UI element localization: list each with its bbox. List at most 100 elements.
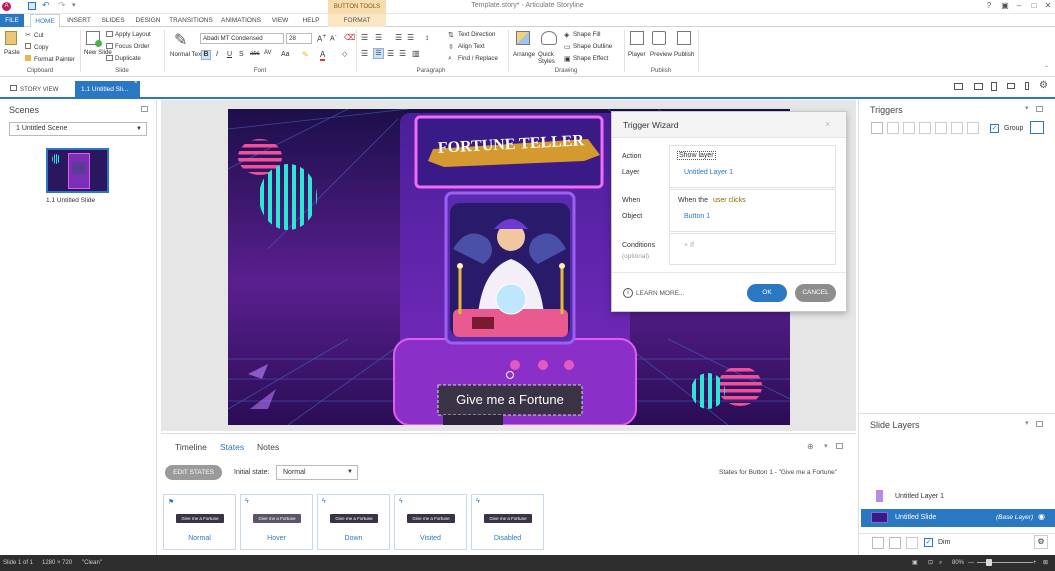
layer-select[interactable]: Untitled Layer 1	[684, 169, 733, 176]
copy-trigger-icon[interactable]	[903, 122, 915, 134]
settings-gear-icon[interactable]: ⚙	[1039, 80, 1048, 91]
cut-icon[interactable]: ✂	[25, 31, 31, 39]
tab-design[interactable]: DESIGN	[132, 14, 164, 27]
ok-button[interactable]: OK	[747, 284, 787, 302]
fit-to-window-icon[interactable]: ⊠	[1043, 555, 1048, 571]
focus-order-icon[interactable]	[106, 43, 113, 49]
tab-slides[interactable]: SLIDES	[98, 14, 128, 27]
arrange-icon[interactable]	[516, 31, 530, 45]
focus-order-button[interactable]: Focus Order	[115, 43, 149, 50]
object-select[interactable]: Button 1	[684, 213, 710, 220]
edit-trigger-icon[interactable]	[887, 122, 899, 134]
layer-row[interactable]: Untitled Layer 1	[859, 487, 1055, 505]
shrink-font-icon[interactable]: A-	[330, 33, 337, 42]
state-normal[interactable]: ⚑ Give me a Fortune Normal	[163, 494, 236, 550]
maximize-icon[interactable]: □	[1027, 1, 1041, 10]
apply-layout-button[interactable]: Apply Layout	[115, 31, 151, 38]
base-layer-row[interactable]: Untitled Slide (Base Layer) ◉	[861, 509, 1055, 527]
strikethrough-icon[interactable]: abc	[250, 51, 260, 57]
state-disabled[interactable]: ϟ Give me a Fortune Disabled	[471, 494, 544, 550]
quick-styles-icon[interactable]	[541, 31, 557, 45]
increase-indent-icon[interactable]: ☰	[407, 33, 414, 42]
panel-menu-icon[interactable]: ▾	[824, 442, 828, 450]
edit-states-button[interactable]: EDIT STATES	[165, 465, 222, 480]
normal-view-icon[interactable]	[954, 83, 963, 90]
align-text-icon[interactable]: ⇳	[448, 43, 454, 51]
normal-text-icon[interactable]: ✎	[174, 30, 187, 50]
cancel-button[interactable]: CANCEL	[795, 284, 836, 302]
triggers-view-icon[interactable]	[1030, 121, 1044, 134]
tab-notes[interactable]: Notes	[257, 442, 279, 452]
char-spacing-icon[interactable]: AV	[264, 50, 272, 56]
help-icon[interactable]: ?	[982, 1, 996, 10]
close-slide-tab-icon[interactable]: ×	[134, 80, 138, 86]
zoom-in-icon[interactable]: +	[1033, 555, 1037, 571]
paste-button[interactable]: Paste	[4, 49, 20, 56]
fit-window-icon[interactable]: ⊡	[928, 555, 933, 571]
zoom-slider-handle[interactable]	[986, 559, 992, 566]
grow-font-icon[interactable]: A+	[317, 33, 326, 44]
new-layer-icon[interactable]	[872, 537, 884, 549]
shape-fill-icon[interactable]: ◈	[564, 31, 569, 39]
bold-icon[interactable]: B	[201, 50, 211, 60]
line-spacing-icon[interactable]: ↕	[425, 33, 429, 42]
delete-trigger-icon[interactable]	[951, 122, 963, 134]
triggers-pin-icon[interactable]	[1036, 106, 1043, 112]
close-icon[interactable]: ✕	[1041, 1, 1055, 10]
tablet-icon[interactable]	[1007, 83, 1015, 89]
player-button[interactable]: Player	[628, 51, 646, 58]
publish-icon[interactable]	[677, 31, 691, 45]
phone-icon[interactable]	[1025, 82, 1029, 90]
tab-home[interactable]: HOME	[30, 14, 60, 27]
initial-state-select[interactable]: Normal ▼	[276, 465, 358, 480]
portrait-icon[interactable]	[991, 82, 997, 91]
normal-text-button[interactable]: Normal Text	[170, 51, 203, 58]
cut-button[interactable]: Cut	[34, 32, 44, 39]
pin-panel-icon[interactable]: ⊕	[807, 442, 814, 451]
fortune-button[interactable]: Give me a Fortune	[438, 386, 582, 414]
zoom-out-icon[interactable]: —	[968, 555, 974, 571]
tab-file[interactable]: FILE	[0, 14, 24, 27]
layers-menu-icon[interactable]: ▾	[1025, 419, 1029, 427]
format-painter-button[interactable]: Format Painter	[34, 56, 75, 63]
move-trigger-icon[interactable]	[967, 122, 979, 134]
publish-button[interactable]: Publish	[674, 51, 694, 58]
bullets-icon[interactable]: ☰	[361, 33, 368, 42]
align-left-icon[interactable]: ☰	[361, 49, 368, 58]
text-effect-icon[interactable]: ◇	[342, 50, 347, 58]
layer-settings-gear-icon[interactable]: ⚙	[1034, 535, 1048, 549]
group-checkbox[interactable]: ✓	[990, 124, 999, 133]
align-center-icon[interactable]: ☰	[373, 48, 384, 59]
copy-button[interactable]: Copy	[34, 44, 48, 51]
find-replace-icon[interactable]: ⌕	[448, 55, 452, 63]
fit-icon[interactable]: ▣	[912, 555, 918, 571]
preview-button[interactable]: Preview	[650, 51, 672, 58]
dim-checkbox[interactable]: ✓	[924, 538, 933, 547]
triggers-menu-icon[interactable]: ▾	[1025, 104, 1029, 112]
apply-layout-icon[interactable]	[106, 31, 113, 37]
panel-dock-icon[interactable]	[836, 443, 843, 449]
shape-outline-button[interactable]: Shape Outline	[573, 43, 612, 50]
quick-styles-button[interactable]: Quick Styles	[538, 51, 562, 65]
collapse-ribbon-icon[interactable]: ⌃	[1044, 65, 1049, 72]
rotate-handle-icon[interactable]	[506, 371, 514, 379]
player-icon[interactable]	[630, 31, 644, 45]
italic-icon[interactable]: I	[216, 51, 218, 58]
clear-format-icon[interactable]: ⌫	[344, 33, 355, 42]
delete-layer-icon[interactable]	[906, 537, 918, 549]
align-right-icon[interactable]: ☰	[387, 49, 394, 58]
shape-fill-button[interactable]: Shape Fill	[573, 31, 601, 38]
wizard-close-icon[interactable]: ×	[825, 119, 830, 129]
copy-icon[interactable]	[25, 43, 31, 49]
highlight-icon[interactable]: ✎	[302, 50, 309, 59]
decrease-indent-icon[interactable]: ☰	[395, 33, 402, 42]
duplicate-button[interactable]: Duplicate	[115, 55, 141, 62]
tab-view[interactable]: VIEW	[268, 14, 292, 27]
zoom-icon[interactable]: ⌕	[939, 555, 942, 571]
minimize-icon[interactable]: –	[1012, 1, 1026, 10]
tab-timeline[interactable]: Timeline	[175, 442, 207, 452]
shape-outline-icon[interactable]: ▭	[564, 43, 571, 51]
shape-effect-icon[interactable]: ▣	[564, 55, 571, 63]
action-select[interactable]: Show layer	[677, 151, 716, 160]
columns-icon[interactable]: ▥	[412, 49, 420, 58]
